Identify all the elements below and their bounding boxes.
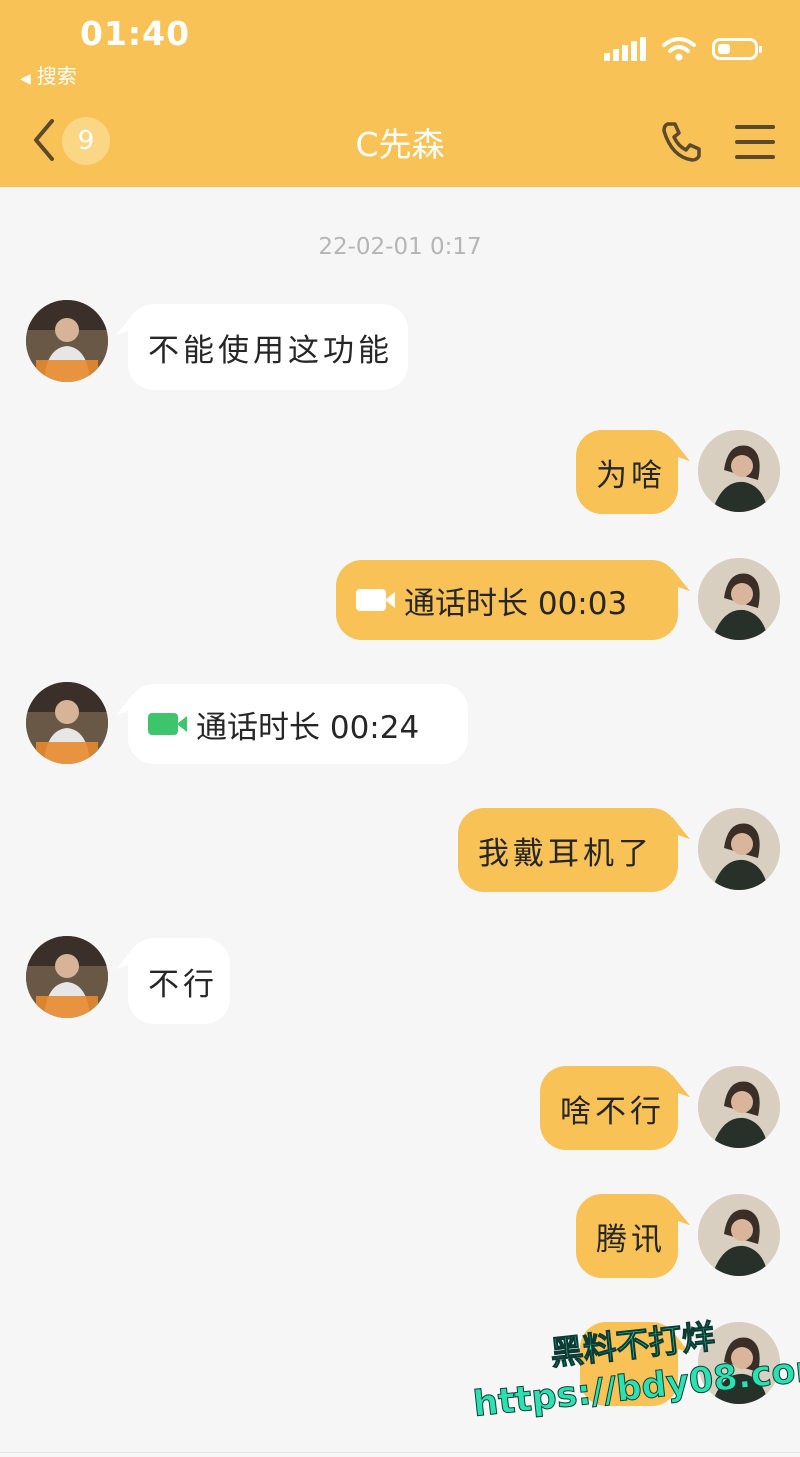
self-avatar[interactable] <box>698 808 780 890</box>
chat-message-outgoing[interactable]: 啥不行 <box>540 1066 678 1150</box>
call-duration-text: 通话时长 00:03 <box>404 585 628 622</box>
message-text: 啥不行 <box>560 1093 665 1130</box>
video-camera-icon <box>148 713 187 735</box>
chat-message-incoming[interactable]: 不行 <box>128 938 230 1024</box>
contact-avatar[interactable] <box>26 300 108 382</box>
call-duration-text: 通话时长 00:24 <box>196 709 420 746</box>
self-avatar[interactable] <box>698 558 780 640</box>
back-to-search-link[interactable]: ◀ 搜索 <box>20 60 77 89</box>
self-avatar[interactable] <box>698 1194 780 1276</box>
battery-icon <box>712 38 762 60</box>
message-timestamp: 22-02-01 0:17 <box>318 234 482 260</box>
menu-icon[interactable] <box>735 125 775 170</box>
chat-message-outgoing[interactable]: 为啥 <box>576 430 678 514</box>
video-camera-icon <box>356 589 395 611</box>
self-avatar[interactable] <box>698 1066 780 1148</box>
message-text: 为啥 <box>596 457 666 494</box>
chat-message-outgoing[interactable]: 我戴耳机了 <box>458 808 678 892</box>
contact-avatar[interactable] <box>26 936 108 1018</box>
message-text: 不能使用这功能 <box>148 332 393 369</box>
message-text: 我戴耳机了 <box>478 835 653 872</box>
chat-message-incoming[interactable]: 不能使用这功能 <box>128 304 408 390</box>
top-bar: 01:40 ◀ 搜索 9 C先森 <box>0 0 800 187</box>
wifi-icon <box>662 37 696 61</box>
video-call-record-outgoing[interactable]: 通话时长 00:03 <box>336 560 678 640</box>
message-text: 腾讯 <box>596 1221 666 1258</box>
contact-avatar[interactable] <box>26 682 108 764</box>
message-text: 不行 <box>148 966 218 1003</box>
status-icons <box>604 36 762 62</box>
back-triangle-icon: ◀ <box>20 71 31 87</box>
bottom-divider <box>0 1452 800 1453</box>
video-call-record-incoming[interactable]: 通话时长 00:24 <box>128 684 468 764</box>
watermark: 黑料不打烊 https://bdy08.com <box>466 1301 800 1425</box>
back-to-search-label: 搜索 <box>36 64 77 88</box>
chat-message-outgoing[interactable]: 腾讯 <box>576 1194 678 1278</box>
status-time: 01:40 <box>80 14 191 53</box>
phone-icon[interactable] <box>660 119 704 163</box>
signal-icon <box>604 37 646 61</box>
self-avatar[interactable] <box>698 430 780 512</box>
